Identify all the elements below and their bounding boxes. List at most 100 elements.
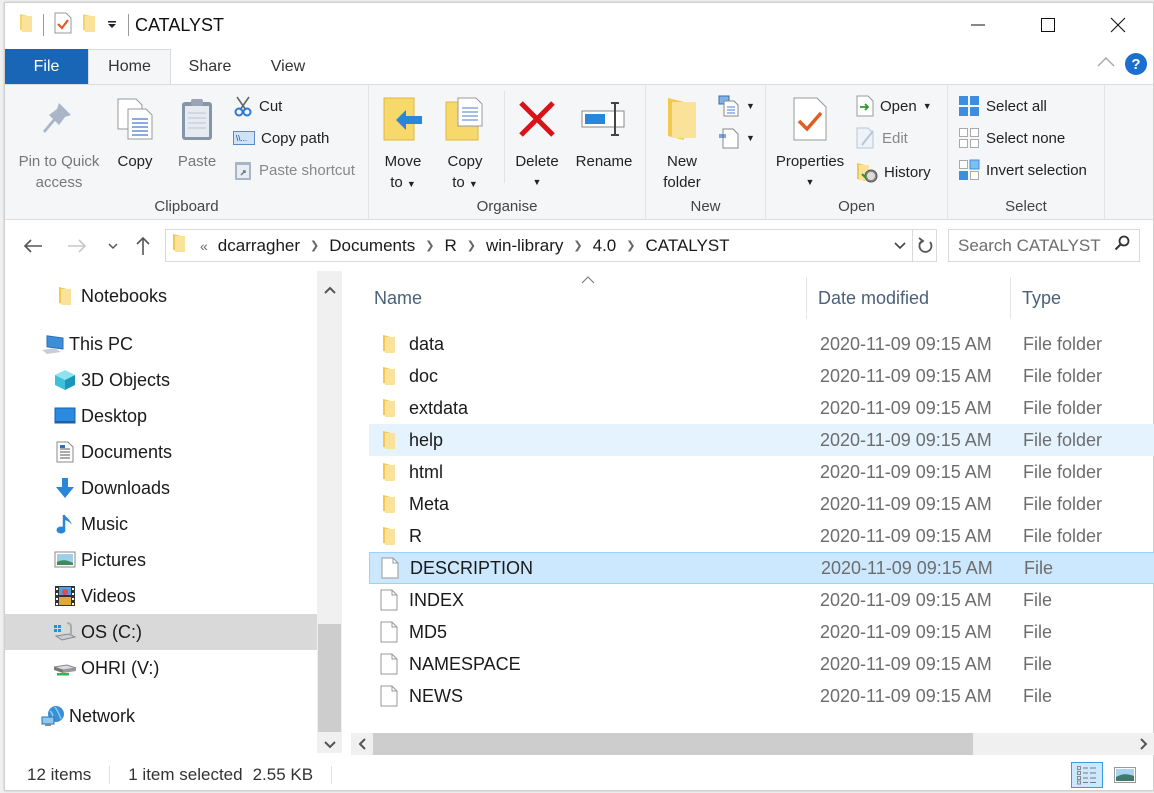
nav-item-downloads[interactable]: Downloads — [5, 470, 317, 506]
up-button[interactable] — [131, 232, 155, 260]
nav-item-music[interactable]: Music — [5, 506, 317, 542]
back-button[interactable] — [19, 232, 47, 260]
help-button[interactable]: ? — [1125, 53, 1147, 75]
scroll-left-button[interactable] — [351, 733, 373, 755]
copy-button[interactable]: Copy — [113, 93, 157, 172]
copy-to-button[interactable]: Copy to ▼ — [441, 93, 489, 195]
breadcrumb-item[interactable]: win-library — [482, 236, 567, 256]
large-icons-view-button[interactable] — [1109, 762, 1141, 788]
breadcrumb-overflow[interactable]: « — [194, 238, 214, 254]
address-history-button[interactable] — [888, 230, 912, 261]
scroll-down-button[interactable] — [317, 732, 342, 758]
nav-item-ohri-v[interactable]: OHRI (V:) — [5, 650, 317, 686]
address-bar[interactable]: « dcarragher ❯ Documents ❯ R ❯ win-libra… — [165, 229, 937, 262]
pin-to-quick-access-button[interactable]: Pin to Quick access — [13, 93, 105, 193]
file-row[interactable]: MD5 2020-11-09 09:15 AM File — [369, 616, 1154, 648]
move-to-button[interactable]: Move to ▼ — [379, 93, 427, 195]
copy-path-button[interactable]: \\... Copy path — [233, 125, 329, 151]
select-none-button[interactable]: Select none — [958, 125, 1065, 151]
details-view-button[interactable] — [1071, 762, 1103, 788]
nav-item-desktop[interactable]: Desktop — [5, 398, 317, 434]
file-row[interactable]: doc 2020-11-09 09:15 AM File folder — [369, 360, 1154, 392]
chevron-right-icon[interactable]: ❯ — [461, 239, 482, 252]
chevron-right-icon[interactable]: ❯ — [304, 239, 325, 252]
nav-item-this-pc[interactable]: This PC — [5, 326, 317, 362]
file-row[interactable]: INDEX 2020-11-09 09:15 AM File — [369, 584, 1154, 616]
history-button[interactable]: History — [856, 159, 931, 185]
file-row[interactable]: html 2020-11-09 09:15 AM File folder — [369, 456, 1154, 488]
chevron-right-icon[interactable]: ❯ — [620, 239, 641, 252]
tab-share[interactable]: Share — [171, 49, 249, 84]
nav-item-os-c[interactable]: OS (C:) — [5, 614, 317, 650]
invert-selection-button[interactable]: Invert selection — [958, 157, 1087, 183]
refresh-button[interactable] — [912, 230, 936, 261]
forward-button[interactable] — [63, 232, 91, 260]
breadcrumb-item[interactable]: dcarragher — [214, 236, 304, 256]
file-row[interactable]: NAMESPACE 2020-11-09 09:15 AM File — [369, 648, 1154, 680]
nav-item-network[interactable]: Network — [5, 698, 317, 734]
paste-button[interactable]: Paste — [175, 93, 219, 172]
breadcrumb-item[interactable]: R — [440, 236, 460, 256]
breadcrumb-item[interactable]: Documents — [325, 236, 419, 256]
file-type: File folder — [1023, 429, 1103, 450]
customize-dropdown-icon[interactable] — [106, 18, 118, 33]
minimize-ribbon-button[interactable] — [1097, 55, 1115, 73]
search-input[interactable] — [958, 235, 1108, 256]
file-row[interactable]: data 2020-11-09 09:15 AM File folder — [369, 328, 1154, 360]
cut-button[interactable]: Cut — [233, 93, 282, 119]
chevron-right-icon[interactable]: ❯ — [567, 239, 588, 252]
recent-locations-button[interactable] — [103, 232, 123, 260]
chevron-right-icon[interactable]: ❯ — [419, 239, 440, 252]
scrollbar-thumb[interactable] — [318, 624, 341, 732]
easy-access-button[interactable]: ▼ — [718, 125, 755, 151]
file-row[interactable]: R 2020-11-09 09:15 AM File folder — [369, 520, 1154, 552]
file-row[interactable]: help 2020-11-09 09:15 AM File folder — [369, 424, 1154, 456]
properties-icon[interactable] — [54, 12, 72, 39]
rename-button[interactable]: Rename — [573, 93, 635, 172]
properties-button[interactable]: Properties ▼ — [774, 93, 846, 193]
paste-icon — [182, 99, 212, 140]
new-folder-icon[interactable] — [82, 13, 96, 38]
open-button[interactable]: Open ▼ — [856, 93, 932, 119]
file-name: INDEX — [409, 589, 465, 610]
nav-item-documents[interactable]: Documents — [5, 434, 317, 470]
search-icon[interactable] — [1114, 235, 1130, 256]
file-date-modified: 2020-11-09 09:15 AM — [820, 397, 992, 418]
computer-icon — [41, 332, 65, 356]
scroll-right-button[interactable] — [1133, 733, 1154, 755]
maximize-button[interactable] — [1013, 3, 1083, 47]
scroll-up-button[interactable] — [317, 277, 342, 303]
dropdown-caret-icon: ▼ — [805, 177, 815, 187]
tab-file[interactable]: File — [5, 49, 88, 84]
breadcrumb-item[interactable]: 4.0 — [589, 236, 621, 256]
new-folder-button[interactable]: New folder — [658, 93, 706, 193]
delete-button[interactable]: Delete ▼ — [513, 93, 561, 193]
nav-item-videos[interactable]: Videos — [5, 578, 317, 614]
new-item-button[interactable]: ▼ — [718, 93, 755, 119]
close-button[interactable] — [1083, 3, 1153, 47]
file-date-modified: 2020-11-09 09:15 AM — [820, 493, 992, 514]
file-row[interactable]: extdata 2020-11-09 09:15 AM File folder — [369, 392, 1154, 424]
minimize-button[interactable] — [943, 3, 1013, 47]
tab-view[interactable]: View — [249, 49, 327, 84]
file-row[interactable]: NEWS 2020-11-09 09:15 AM File — [369, 680, 1154, 712]
scrollbar-thumb[interactable] — [373, 733, 973, 755]
column-header-name[interactable]: Name — [348, 277, 806, 319]
breadcrumb-item-current[interactable]: CATALYST — [641, 236, 733, 256]
column-header-date-modified[interactable]: Date modified — [792, 277, 1010, 319]
ribbon: Pin to Quick access Copy Paste Cut \\...… — [5, 84, 1153, 220]
paste-shortcut-button[interactable]: Paste shortcut — [233, 157, 355, 183]
chevron-down-icon — [108, 243, 118, 250]
file-row[interactable]: Meta 2020-11-09 09:15 AM File folder — [369, 488, 1154, 520]
horizontal-scrollbar[interactable] — [351, 733, 1154, 755]
nav-item-3d-objects[interactable]: 3D Objects — [5, 362, 317, 398]
column-header-type[interactable]: Type — [996, 277, 1146, 319]
tab-home[interactable]: Home — [88, 49, 171, 84]
navigation-pane-scrollbar[interactable] — [317, 271, 342, 753]
nav-item-notebooks[interactable]: Notebooks — [5, 278, 317, 314]
nav-item-pictures[interactable]: Pictures — [5, 542, 317, 578]
edit-button[interactable]: Edit — [856, 125, 908, 151]
select-all-button[interactable]: Select all — [958, 93, 1047, 119]
file-type: File folder — [1023, 333, 1103, 354]
file-row[interactable]: DESCRIPTION 2020-11-09 09:15 AM File — [369, 552, 1154, 584]
